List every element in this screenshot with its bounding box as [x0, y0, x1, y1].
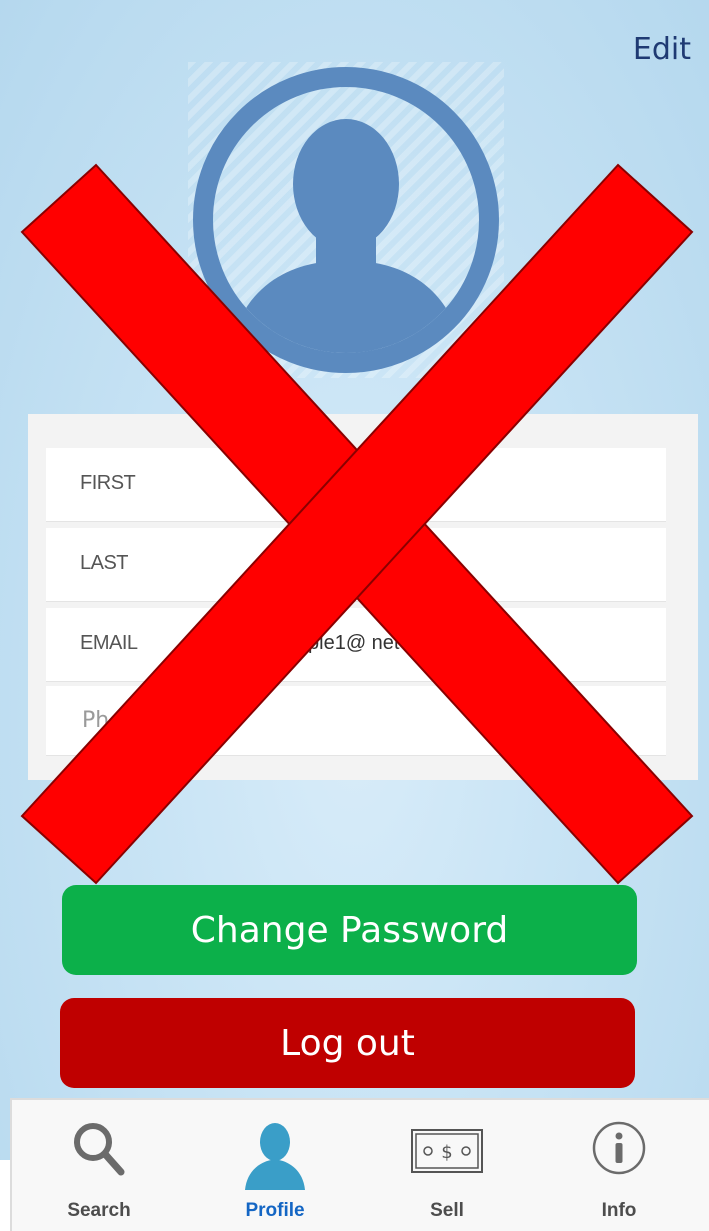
- tab-sell-label: Sell: [430, 1200, 464, 1221]
- tab-search-label: Search: [67, 1200, 131, 1221]
- money-bill-icon: $: [411, 1129, 483, 1173]
- first-name-label: FIRST: [80, 472, 136, 494]
- last-name-field[interactable]: LAST T: [46, 528, 666, 602]
- search-icon: [74, 1123, 125, 1176]
- last-name-value: T: [276, 552, 289, 574]
- profile-screen: Edit FIRST LAST T EMAIL ple1@ net Pho Ch…: [0, 0, 709, 1160]
- tab-info[interactable]: Info: [532, 1100, 706, 1231]
- email-field[interactable]: EMAIL ple1@ net: [46, 608, 666, 682]
- tab-profile-label: Profile: [245, 1200, 305, 1221]
- profile-icon: [245, 1123, 305, 1190]
- email-value: ple1@ net: [308, 632, 400, 654]
- tab-info-label: Info: [601, 1200, 637, 1221]
- tab-profile[interactable]: Profile: [188, 1100, 362, 1231]
- last-name-label: LAST: [80, 552, 129, 574]
- tab-bar: Search Profile $ Sell Info: [10, 1098, 709, 1231]
- tab-sell[interactable]: $ Sell: [360, 1100, 534, 1231]
- edit-button[interactable]: Edit: [633, 32, 691, 67]
- svg-text:$: $: [441, 1142, 452, 1163]
- avatar[interactable]: [188, 62, 504, 378]
- phone-placeholder: Pho: [82, 708, 123, 733]
- info-icon: [592, 1121, 646, 1175]
- email-label: EMAIL: [80, 632, 138, 654]
- first-name-field[interactable]: FIRST: [46, 448, 666, 522]
- phone-field[interactable]: Pho: [46, 686, 666, 756]
- user-silhouette-icon: [193, 67, 499, 373]
- profile-form: FIRST LAST T EMAIL ple1@ net Pho: [28, 414, 698, 780]
- change-password-button[interactable]: Change Password: [62, 885, 637, 975]
- tab-search[interactable]: Search: [12, 1100, 186, 1231]
- logout-button[interactable]: Log out: [60, 998, 635, 1088]
